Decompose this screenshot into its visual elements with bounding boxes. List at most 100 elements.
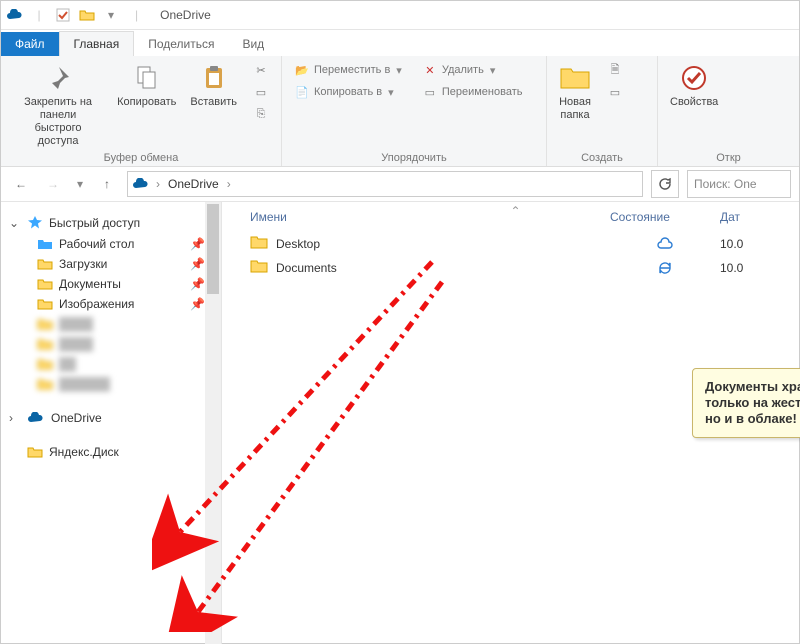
pin-to-quick-access-button[interactable]: Закрепить на панели быстрого доступа: [9, 60, 107, 150]
crumb-onedrive[interactable]: OneDrive: [166, 177, 221, 191]
folder-icon: [37, 318, 53, 330]
qat-folder-icon[interactable]: [77, 5, 97, 25]
refresh-button[interactable]: [651, 170, 679, 198]
tree-item-pictures[interactable]: Изображения📌: [7, 294, 217, 314]
column-name[interactable]: Имени ⌃: [250, 210, 610, 224]
tree-scrollbar[interactable]: [205, 202, 221, 644]
tree-item-documents[interactable]: Документы📌: [7, 274, 217, 294]
tab-file[interactable]: Файл: [1, 32, 59, 56]
copy-button[interactable]: Копировать: [113, 60, 180, 111]
folder-icon: [27, 446, 43, 458]
qat-dropdown-icon[interactable]: ▾: [101, 5, 121, 25]
ribbon-tabs: Файл Главная Поделиться Вид: [1, 30, 799, 56]
paste-button[interactable]: Вставить: [186, 60, 241, 111]
rename-button[interactable]: ▭Переименовать: [418, 82, 527, 102]
group-clipboard-label: Буфер обмена: [9, 150, 273, 164]
column-headers: Имени ⌃ Состояние Дат: [222, 202, 799, 232]
column-state[interactable]: Состояние: [610, 210, 720, 224]
column-date[interactable]: Дат: [720, 210, 780, 224]
tree-item-blurred[interactable]: ██: [7, 354, 217, 374]
new-item-icon: 🗎: [607, 62, 623, 78]
group-organize-label: Упорядочить: [290, 150, 538, 164]
new-folder-icon: [559, 62, 591, 94]
qat-divider: |: [29, 5, 49, 25]
tree-yandex-disk[interactable]: › Яндекс.Диск: [7, 442, 217, 462]
check-circle-icon: [678, 62, 710, 94]
rename-icon: ▭: [422, 84, 438, 100]
status-cloud-icon: [610, 237, 720, 251]
new-item-button[interactable]: 🗎: [603, 60, 627, 80]
file-row[interactable]: Documents 10.0: [250, 256, 799, 280]
tree-item-desktop[interactable]: Рабочий стол📌: [7, 234, 217, 254]
nav-recent-button[interactable]: ▾: [73, 172, 87, 196]
file-list-pane: Имени ⌃ Состояние Дат Desktop 10.0 Docum…: [222, 202, 799, 644]
annotation-callout: Документы хранятся не только на жестком …: [692, 368, 800, 438]
folder-icon: [37, 298, 53, 310]
tree-onedrive[interactable]: › OneDrive: [7, 408, 217, 428]
file-row[interactable]: Desktop 10.0: [250, 232, 799, 256]
search-input[interactable]: Поиск: One: [687, 170, 791, 198]
chevron-right-icon[interactable]: ›: [9, 411, 21, 425]
address-bar: ← → ▾ ↑ › OneDrive › Поиск: One: [1, 167, 799, 202]
copyto-icon: 📄: [294, 84, 310, 100]
pin-icon: 📌: [190, 237, 205, 251]
scrollbar-thumb[interactable]: [207, 204, 219, 294]
tab-home[interactable]: Главная: [59, 31, 135, 56]
cut-button[interactable]: ✂: [249, 60, 273, 80]
shortcut-icon: ⎘: [253, 106, 269, 122]
folder-icon: [37, 278, 53, 290]
onedrive-cloud-icon: [27, 412, 45, 424]
tree-quick-access[interactable]: ⌄ Быстрый доступ: [7, 212, 217, 234]
tab-share[interactable]: Поделиться: [134, 32, 228, 56]
paste-shortcut-button[interactable]: ⎘: [249, 104, 273, 124]
sort-asc-icon: ⌃: [511, 204, 521, 218]
delete-icon: ✕: [422, 62, 438, 78]
move-icon: 📂: [294, 62, 310, 78]
file-name: Desktop: [276, 237, 610, 251]
folder-icon: [250, 259, 268, 277]
chevron-right-icon[interactable]: ›: [225, 177, 233, 191]
nav-up-button[interactable]: ↑: [95, 172, 119, 196]
pin-icon: [42, 62, 74, 94]
nav-tree: ⌄ Быстрый доступ Рабочий стол📌 Загрузки📌…: [1, 202, 222, 644]
qat-check-icon[interactable]: [53, 5, 73, 25]
nav-back-button[interactable]: ←: [9, 172, 33, 196]
folder-icon: [37, 258, 53, 270]
tree-item-blurred[interactable]: ████: [7, 334, 217, 354]
file-date: 10.0: [720, 261, 780, 275]
title-bar: | ▾ | OneDrive: [1, 1, 799, 30]
paste-icon: [198, 62, 230, 94]
tree-item-blurred[interactable]: ██████: [7, 374, 217, 394]
group-new-label: Создать: [555, 150, 649, 164]
copy-path-button[interactable]: ▭: [249, 82, 273, 102]
path-icon: ▭: [253, 84, 269, 100]
copy-to-button[interactable]: 📄Копировать в▾: [290, 82, 406, 102]
easy-access-icon: ▭: [607, 84, 623, 100]
window-title: OneDrive: [160, 8, 211, 22]
folder-icon: [37, 358, 53, 370]
new-folder-button[interactable]: Новая папка: [555, 60, 595, 124]
folder-icon: [37, 378, 53, 390]
nav-forward-button[interactable]: →: [41, 172, 65, 196]
folder-icon: [37, 238, 53, 250]
pin-icon: 📌: [190, 297, 205, 311]
breadcrumb[interactable]: › OneDrive ›: [127, 171, 643, 197]
properties-button[interactable]: Свойства: [666, 60, 722, 111]
pin-icon: 📌: [190, 257, 205, 271]
tab-view[interactable]: Вид: [228, 32, 278, 56]
tree-item-downloads[interactable]: Загрузки📌: [7, 254, 217, 274]
easy-access-button[interactable]: ▭: [603, 82, 627, 102]
folder-icon: [37, 338, 53, 350]
chevron-down-icon[interactable]: ⌄: [9, 216, 21, 230]
chevron-right-icon[interactable]: ›: [154, 177, 162, 191]
onedrive-cloud-icon: [5, 5, 25, 25]
group-open-label: Откр: [666, 150, 791, 164]
move-to-button[interactable]: 📂Переместить в▾: [290, 60, 406, 80]
folder-icon: [250, 235, 268, 253]
tree-item-blurred[interactable]: ████: [7, 314, 217, 334]
pin-icon: 📌: [190, 277, 205, 291]
delete-button[interactable]: ✕Удалить▾: [418, 60, 527, 80]
ribbon: Закрепить на панели быстрого доступа Коп…: [1, 56, 799, 167]
onedrive-cloud-icon: [132, 178, 150, 190]
file-name: Documents: [276, 261, 610, 275]
